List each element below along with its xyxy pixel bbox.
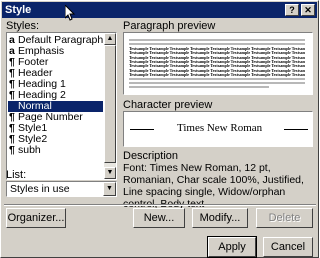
- scroll-down-icon[interactable]: ▼: [104, 167, 116, 179]
- paragraph-preview-label: Paragraph preview: [123, 20, 216, 32]
- mouse-cursor-icon: [65, 5, 76, 21]
- style-list-item[interactable]: ¶ subh: [9, 145, 41, 156]
- description-text: Font: Times New Roman, 12 pt, Romanian, …: [123, 162, 304, 210]
- modify-button[interactable]: Modify...: [192, 208, 248, 228]
- cancel-button[interactable]: Cancel: [263, 237, 313, 257]
- scroll-thumb[interactable]: [104, 45, 116, 163]
- organizer-button[interactable]: Organizer...: [6, 208, 66, 228]
- help-button[interactable]: ?: [285, 4, 299, 16]
- character-sample: Times New Roman: [177, 122, 263, 134]
- preview-sample-line: Textsample Textsample Textsample Textsam…: [129, 72, 305, 77]
- close-button[interactable]: ✕: [301, 4, 315, 16]
- delete-button: Delete: [256, 208, 313, 228]
- title-bar[interactable]: Style ? ✕: [2, 2, 317, 18]
- chevron-down-icon[interactable]: ▼: [103, 182, 116, 196]
- window-title: Style: [5, 4, 32, 16]
- description-label: Description: [123, 150, 179, 162]
- style-dialog: Style ? ✕ Styles: a Default Paragraph Fon…: [0, 0, 319, 258]
- character-preview: Times New Roman: [123, 111, 313, 147]
- new-button[interactable]: New...: [133, 208, 185, 228]
- list-select[interactable]: Styles in use ▼: [6, 181, 117, 197]
- style-name: subh: [18, 144, 41, 156]
- styles-label: Styles:: [6, 20, 40, 32]
- character-preview-label: Character preview: [123, 99, 213, 111]
- list-label: List:: [6, 169, 27, 181]
- scroll-up-icon[interactable]: ▲: [104, 33, 116, 45]
- styles-scrollbar[interactable]: ▲ ▼: [104, 33, 116, 179]
- paragraph-preview: Textsample Textsample Textsample Textsam…: [123, 32, 313, 95]
- paragraph-style-icon: ¶: [9, 89, 15, 101]
- styles-listbox[interactable]: a Default Paragraph Font a Emphasis ¶ Footer ¶…: [6, 32, 117, 180]
- paragraph-style-icon: ¶: [9, 144, 15, 156]
- separator: [4, 204, 316, 206]
- list-select-value: Styles in use: [10, 183, 70, 195]
- apply-button[interactable]: Apply: [207, 236, 257, 258]
